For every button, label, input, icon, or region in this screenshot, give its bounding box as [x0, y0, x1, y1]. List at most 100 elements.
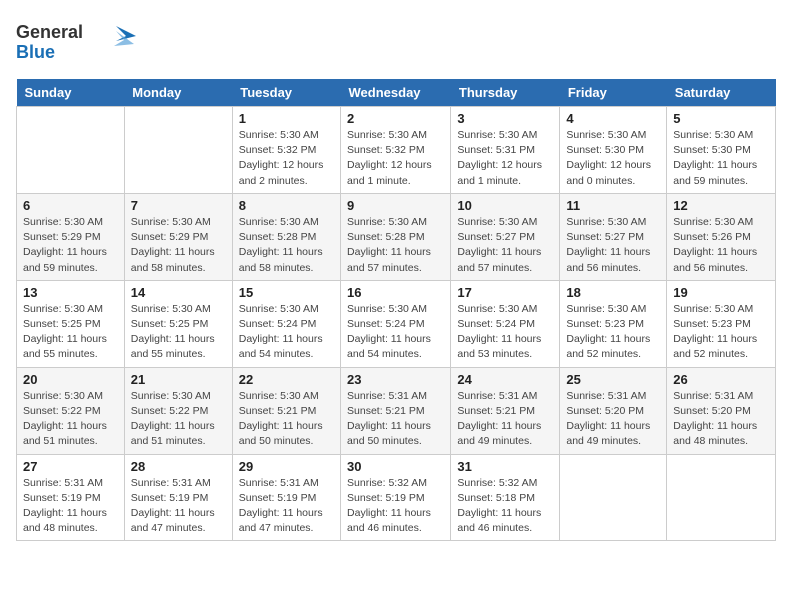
calendar-cell: 17 Sunrise: 5:30 AM Sunset: 5:24 PM Dayli…	[451, 280, 560, 367]
day-number: 2	[347, 111, 444, 126]
calendar-cell: 21Sunrise: 5:30 AM Sunset: 5:22 PM Dayli…	[124, 367, 232, 454]
calendar-cell: 29 Sunrise: 5:31 AM Sunset: 5:19 PM Dayli…	[232, 454, 340, 541]
calendar-cell: 3 Sunrise: 5:30 AM Sunset: 5:31 PM Daylig…	[451, 107, 560, 194]
calendar-cell: 15 Sunrise: 5:30 AM Sunset: 5:24 PM Dayli…	[232, 280, 340, 367]
calendar-cell: 9 Sunrise: 5:30 AM Sunset: 5:28 PM Daylig…	[341, 193, 451, 280]
calendar-cell	[560, 454, 667, 541]
page-header: General Blue	[16, 16, 776, 71]
calendar-cell: 16Sunrise: 5:30 AM Sunset: 5:24 PM Dayli…	[341, 280, 451, 367]
day-info: Sunrise: 5:31 AM Sunset: 5:20 PM Dayligh…	[566, 389, 660, 450]
day-number: 7	[131, 198, 226, 213]
day-number: 17	[457, 285, 553, 300]
day-number: 23	[347, 372, 444, 387]
day-info: Sunrise: 5:31 AM Sunset: 5:19 PM Dayligh…	[23, 476, 118, 537]
day-number: 13	[23, 285, 118, 300]
day-info: Sunrise: 5:30 AM Sunset: 5:21 PM Dayligh…	[239, 389, 334, 450]
day-info: Sunrise: 5:30 AM Sunset: 5:27 PM Dayligh…	[457, 215, 553, 276]
svg-text:Blue: Blue	[16, 42, 55, 62]
day-info: Sunrise: 5:31 AM Sunset: 5:20 PM Dayligh…	[673, 389, 769, 450]
day-info: Sunrise: 5:30 AM Sunset: 5:29 PM Dayligh…	[131, 215, 226, 276]
day-number: 19	[673, 285, 769, 300]
day-info: Sunrise: 5:30 AM Sunset: 5:24 PM Dayligh…	[457, 302, 553, 363]
calendar-cell: 12 Sunrise: 5:30 AM Sunset: 5:26 PM Dayli…	[667, 193, 776, 280]
day-info: Sunrise: 5:32 AM Sunset: 5:19 PM Dayligh…	[347, 476, 444, 537]
day-number: 6	[23, 198, 118, 213]
calendar-cell: 19 Sunrise: 5:30 AM Sunset: 5:23 PM Dayli…	[667, 280, 776, 367]
day-info: Sunrise: 5:32 AM Sunset: 5:18 PM Dayligh…	[457, 476, 553, 537]
calendar-cell: 28Sunrise: 5:31 AM Sunset: 5:19 PM Dayli…	[124, 454, 232, 541]
day-number: 25	[566, 372, 660, 387]
day-info: Sunrise: 5:31 AM Sunset: 5:19 PM Dayligh…	[239, 476, 334, 537]
day-number: 29	[239, 459, 334, 474]
day-info: Sunrise: 5:30 AM Sunset: 5:23 PM Dayligh…	[673, 302, 769, 363]
calendar-cell: 8 Sunrise: 5:30 AM Sunset: 5:28 PM Daylig…	[232, 193, 340, 280]
day-number: 22	[239, 372, 334, 387]
calendar-cell: 2Sunrise: 5:30 AM Sunset: 5:32 PM Daylig…	[341, 107, 451, 194]
day-header-saturday: Saturday	[667, 79, 776, 107]
day-number: 27	[23, 459, 118, 474]
day-number: 24	[457, 372, 553, 387]
day-number: 30	[347, 459, 444, 474]
logo-text: General Blue	[16, 16, 136, 71]
calendar-cell: 26 Sunrise: 5:31 AM Sunset: 5:20 PM Dayli…	[667, 367, 776, 454]
day-info: Sunrise: 5:30 AM Sunset: 5:31 PM Dayligh…	[457, 128, 553, 189]
day-number: 20	[23, 372, 118, 387]
calendar-cell: 24 Sunrise: 5:31 AM Sunset: 5:21 PM Dayli…	[451, 367, 560, 454]
day-info: Sunrise: 5:30 AM Sunset: 5:29 PM Dayligh…	[23, 215, 118, 276]
calendar-cell	[124, 107, 232, 194]
day-number: 9	[347, 198, 444, 213]
day-number: 12	[673, 198, 769, 213]
day-info: Sunrise: 5:31 AM Sunset: 5:19 PM Dayligh…	[131, 476, 226, 537]
day-info: Sunrise: 5:31 AM Sunset: 5:21 PM Dayligh…	[457, 389, 553, 450]
calendar-cell: 22 Sunrise: 5:30 AM Sunset: 5:21 PM Dayli…	[232, 367, 340, 454]
day-header-wednesday: Wednesday	[341, 79, 451, 107]
calendar-cell: 10 Sunrise: 5:30 AM Sunset: 5:27 PM Dayli…	[451, 193, 560, 280]
day-number: 10	[457, 198, 553, 213]
calendar-cell: 30 Sunrise: 5:32 AM Sunset: 5:19 PM Dayli…	[341, 454, 451, 541]
calendar-cell: 11Sunrise: 5:30 AM Sunset: 5:27 PM Dayli…	[560, 193, 667, 280]
day-number: 18	[566, 285, 660, 300]
day-number: 31	[457, 459, 553, 474]
day-info: Sunrise: 5:30 AM Sunset: 5:25 PM Dayligh…	[131, 302, 226, 363]
day-info: Sunrise: 5:30 AM Sunset: 5:30 PM Dayligh…	[673, 128, 769, 189]
day-info: Sunrise: 5:31 AM Sunset: 5:21 PM Dayligh…	[347, 389, 444, 450]
day-info: Sunrise: 5:30 AM Sunset: 5:22 PM Dayligh…	[131, 389, 226, 450]
day-info: Sunrise: 5:30 AM Sunset: 5:28 PM Dayligh…	[347, 215, 444, 276]
day-header-tuesday: Tuesday	[232, 79, 340, 107]
calendar-cell: 13 Sunrise: 5:30 AM Sunset: 5:25 PM Dayli…	[17, 280, 125, 367]
calendar-cell: 14Sunrise: 5:30 AM Sunset: 5:25 PM Dayli…	[124, 280, 232, 367]
day-number: 1	[239, 111, 334, 126]
day-info: Sunrise: 5:30 AM Sunset: 5:24 PM Dayligh…	[347, 302, 444, 363]
day-number: 11	[566, 198, 660, 213]
day-info: Sunrise: 5:30 AM Sunset: 5:30 PM Dayligh…	[566, 128, 660, 189]
calendar-cell: 4 Sunrise: 5:30 AM Sunset: 5:30 PM Daylig…	[560, 107, 667, 194]
day-info: Sunrise: 5:30 AM Sunset: 5:22 PM Dayligh…	[23, 389, 118, 450]
day-header-monday: Monday	[124, 79, 232, 107]
day-number: 4	[566, 111, 660, 126]
day-info: Sunrise: 5:30 AM Sunset: 5:32 PM Dayligh…	[239, 128, 334, 189]
day-header-friday: Friday	[560, 79, 667, 107]
calendar-cell	[17, 107, 125, 194]
calendar-cell: 20 Sunrise: 5:30 AM Sunset: 5:22 PM Dayli…	[17, 367, 125, 454]
calendar-cell	[667, 454, 776, 541]
day-info: Sunrise: 5:30 AM Sunset: 5:25 PM Dayligh…	[23, 302, 118, 363]
day-info: Sunrise: 5:30 AM Sunset: 5:26 PM Dayligh…	[673, 215, 769, 276]
day-number: 8	[239, 198, 334, 213]
day-header-thursday: Thursday	[451, 79, 560, 107]
calendar-cell: 1 Sunrise: 5:30 AM Sunset: 5:32 PM Daylig…	[232, 107, 340, 194]
calendar-cell: 27 Sunrise: 5:31 AM Sunset: 5:19 PM Dayli…	[17, 454, 125, 541]
day-info: Sunrise: 5:30 AM Sunset: 5:23 PM Dayligh…	[566, 302, 660, 363]
day-number: 3	[457, 111, 553, 126]
calendar-cell: 7 Sunrise: 5:30 AM Sunset: 5:29 PM Daylig…	[124, 193, 232, 280]
day-header-sunday: Sunday	[17, 79, 125, 107]
svg-text:General: General	[16, 22, 83, 42]
calendar-cell: 25 Sunrise: 5:31 AM Sunset: 5:20 PM Dayli…	[560, 367, 667, 454]
day-info: Sunrise: 5:30 AM Sunset: 5:28 PM Dayligh…	[239, 215, 334, 276]
day-number: 26	[673, 372, 769, 387]
day-number: 15	[239, 285, 334, 300]
calendar-cell: 5Sunrise: 5:30 AM Sunset: 5:30 PM Daylig…	[667, 107, 776, 194]
day-info: Sunrise: 5:30 AM Sunset: 5:24 PM Dayligh…	[239, 302, 334, 363]
logo: General Blue	[16, 16, 136, 71]
calendar-table: SundayMondayTuesdayWednesdayThursdayFrid…	[16, 79, 776, 541]
calendar-cell: 18 Sunrise: 5:30 AM Sunset: 5:23 PM Dayli…	[560, 280, 667, 367]
